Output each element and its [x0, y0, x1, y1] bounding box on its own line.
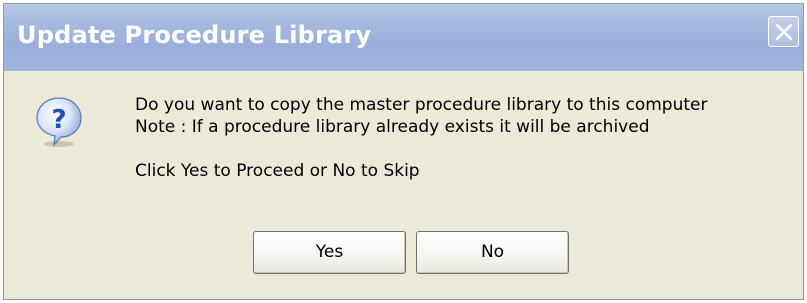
dialog-message: Do you want to copy the master procedure… — [135, 94, 707, 182]
svg-text:?: ? — [51, 105, 66, 135]
update-procedure-library-dialog: Update Procedure Library ? Do you want t… — [3, 3, 804, 300]
message-line-copy: Do you want to copy the master procedure… — [135, 95, 708, 115]
message-line-instruction: Click Yes to Proceed or No to Skip — [135, 161, 420, 181]
no-button[interactable]: No — [416, 231, 569, 274]
close-icon — [775, 23, 793, 41]
dialog-title: Update Procedure Library — [17, 21, 372, 49]
question-icon: ? — [36, 97, 82, 147]
close-button[interactable] — [768, 16, 799, 47]
title-bar[interactable]: Update Procedure Library — [4, 4, 803, 71]
yes-button[interactable]: Yes — [253, 231, 406, 274]
message-line-note: Note : If a procedure library already ex… — [135, 117, 650, 137]
